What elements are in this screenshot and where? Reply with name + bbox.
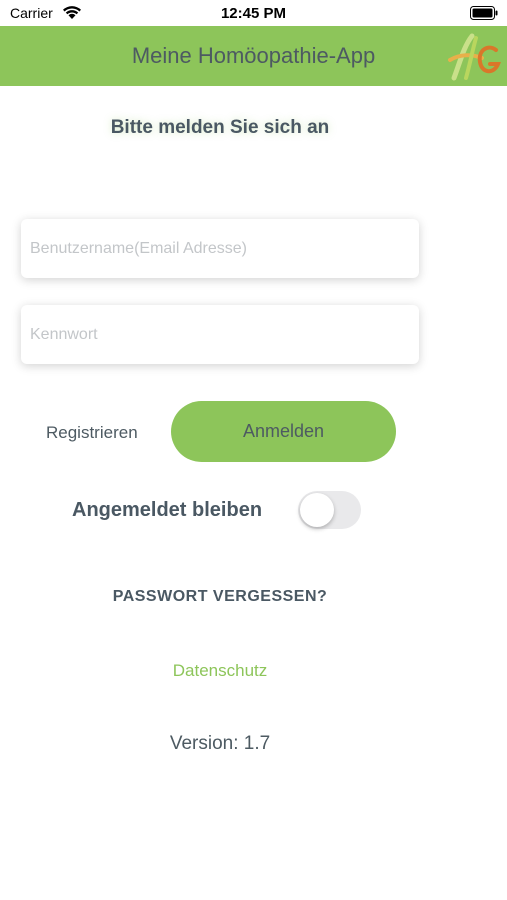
version-label: Version: 1.7 <box>169 733 271 754</box>
register-link[interactable]: Registrieren <box>46 423 138 443</box>
privacy-link[interactable]: Datenschutz <box>0 661 440 681</box>
login-button[interactable]: Anmelden <box>171 401 396 462</box>
stay-logged-in-label: Angemeldet bleiben <box>72 499 263 521</box>
app-logo-icon <box>448 33 501 81</box>
status-time: 12:45 PM <box>220 5 287 22</box>
username-input[interactable] <box>21 219 419 278</box>
status-bar: Carrier 12:45 PM <box>0 0 507 26</box>
app-header: Meine Homöopathie-App <box>0 26 507 86</box>
toggle-knob <box>300 493 334 527</box>
forgot-password-link[interactable]: PASSWORT VERGESSEN? <box>0 588 440 606</box>
app-title: Meine Homöopathie-App <box>131 43 376 68</box>
stay-logged-in-toggle[interactable] <box>298 491 361 529</box>
login-heading: Bitte melden Sie sich an <box>110 117 330 138</box>
password-input[interactable] <box>21 305 419 364</box>
battery-icon <box>470 6 498 20</box>
